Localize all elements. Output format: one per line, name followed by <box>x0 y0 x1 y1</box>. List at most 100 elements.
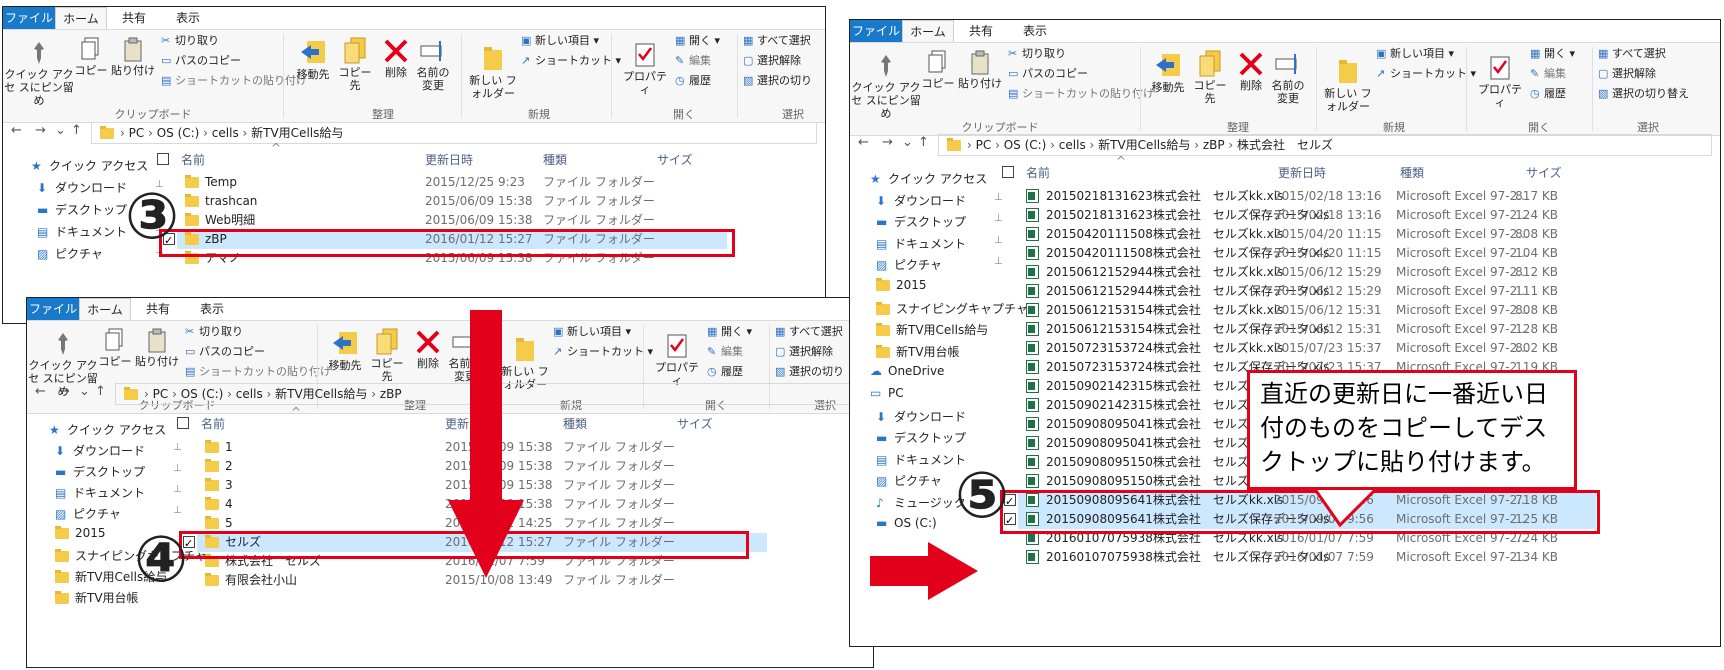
copy-button[interactable]: コピー <box>920 49 956 90</box>
copy-button[interactable]: コピー <box>97 327 133 368</box>
nav-item[interactable]: ▨ ピクチャ ⊥ <box>37 245 164 262</box>
paste-shortcut-button[interactable]: ▤ ショートカットの貼り付け <box>1008 87 1154 101</box>
forward-button[interactable]: → <box>882 135 893 150</box>
open-button[interactable]: ▦ 開く ▾ <box>675 34 720 48</box>
pin-quick-access-button[interactable]: クイック アクセ スにピン留め <box>850 53 922 120</box>
select-none-button[interactable]: ▢ 選択解除 <box>743 54 801 68</box>
rename-button[interactable]: 名前の 変更 <box>413 38 453 92</box>
paste-shortcut-button[interactable]: ▤ ショートカットの貼り付け <box>185 365 331 379</box>
breadcrumb-item[interactable]: OS (C:) <box>1004 138 1047 152</box>
nav-item[interactable]: ★ クイック アクセス <box>49 421 166 438</box>
recent-button[interactable]: ⌄ <box>55 123 66 138</box>
tab-share[interactable]: 共有 <box>954 20 1008 42</box>
paste-button[interactable]: 貼り付け <box>135 327 179 368</box>
recent-button[interactable]: ⌄ <box>902 135 913 150</box>
move-to-button[interactable]: 移動先 <box>325 329 365 372</box>
edit-button[interactable]: ✎ 編集 <box>675 54 711 68</box>
tab-file[interactable]: ファイル <box>27 298 79 320</box>
breadcrumb-item[interactable]: PC <box>153 387 169 401</box>
history-button[interactable]: ◷ 履歴 <box>675 74 711 88</box>
recent-button[interactable]: ⌄ <box>79 384 90 399</box>
nav-item[interactable]: ▬ デスクトップ ⊥ <box>876 213 1003 230</box>
select-all-button[interactable]: ▦ すべて選択 <box>775 325 843 339</box>
paste-button[interactable]: 貼り付け <box>111 36 155 77</box>
copy-path-button[interactable]: ▭ パスのコピー <box>1008 67 1088 81</box>
nav-item[interactable]: 新TV用Cells給与 <box>876 321 988 338</box>
open-button[interactable]: ▦ 開く ▾ <box>1530 47 1575 61</box>
shortcut-button[interactable]: ↗ ショートカット ▾ <box>553 345 653 359</box>
column-header-type[interactable]: 種類 <box>543 151 567 168</box>
breadcrumb-item[interactable]: 新TV用Cells給与 <box>275 387 367 401</box>
file-row[interactable]: 20150723153724株式会社 セルズkk.xls 2015/07/23 1… <box>1018 339 1596 358</box>
properties-button[interactable]: プロパティ <box>619 40 671 96</box>
delete-button[interactable]: 削除 <box>381 38 411 79</box>
delete-button[interactable]: 削除 <box>1236 51 1266 92</box>
nav-item[interactable]: ▤ ドキュメント ⊥ <box>37 223 164 240</box>
breadcrumb-item[interactable]: OS (C:) <box>157 126 200 140</box>
delete-button[interactable]: 削除 <box>413 329 443 370</box>
select-all-button[interactable]: ▦ すべて選択 <box>1598 47 1666 61</box>
copy-path-button[interactable]: ▭ パスのコピー <box>185 345 265 359</box>
nav-item[interactable]: ▬ デスクトップ ⊥ <box>37 201 164 218</box>
nav-item[interactable]: ⬇ ダウンロード ⊥ <box>876 192 1003 209</box>
file-row[interactable]: 20150612152944株式会社 セルズkk.xls 2015/06/12 1… <box>1018 263 1596 282</box>
file-row[interactable]: 20150218131623株式会社 セルズkk.xls 2015/02/18 1… <box>1018 187 1596 206</box>
copy-path-button[interactable]: ▭ パスのコピー <box>161 54 241 68</box>
nav-item[interactable]: ▤ ドキュメント ⊥ <box>55 484 182 501</box>
tab-view[interactable]: 表示 <box>185 298 239 320</box>
history-button[interactable]: ◷ 履歴 <box>1530 87 1566 101</box>
nav-item[interactable]: ⬇ ダウンロード <box>876 408 966 425</box>
up-button[interactable]: ↑ <box>918 135 929 150</box>
history-button[interactable]: ◷ 履歴 <box>707 365 743 379</box>
column-header-date[interactable]: 更新日時 <box>1278 164 1326 181</box>
back-button[interactable]: ← <box>858 135 869 150</box>
shortcut-button[interactable]: ↗ ショートカット ▾ <box>521 54 621 68</box>
select-none-button[interactable]: ▢ 選択解除 <box>775 345 833 359</box>
back-button[interactable]: ← <box>11 123 22 138</box>
select-all-checkbox[interactable] <box>157 153 169 165</box>
cut-button[interactable]: ✂ 切り取り <box>1008 47 1066 61</box>
nav-item[interactable]: 新TV用台帳 <box>55 589 139 606</box>
file-row[interactable]: 20150218131623株式会社 セルズ保存データ.xls 2015/02/1… <box>1018 206 1596 225</box>
shortcut-button[interactable]: ↗ ショートカット ▾ <box>1376 67 1476 81</box>
folder-row[interactable]: Web明細 2015/06/09 15:38 ファイル フォルダー <box>177 211 727 230</box>
nav-item[interactable]: ♪ ミュージック <box>876 494 966 511</box>
file-row[interactable]: 20160107075938株式会社 セルズ保存データ.xls 2016/01/0… <box>1018 548 1596 567</box>
breadcrumb-item[interactable]: PC <box>976 138 992 152</box>
edit-button[interactable]: ✎ 編集 <box>707 345 743 359</box>
paste-button[interactable]: 貼り付け <box>958 49 1002 90</box>
breadcrumb-item[interactable]: zBP <box>1203 138 1225 152</box>
move-to-button[interactable]: 移動先 <box>1148 51 1188 94</box>
select-none-button[interactable]: ▢ 選択解除 <box>1598 67 1656 81</box>
column-header-size[interactable]: サイズ <box>677 415 713 432</box>
column-header-type[interactable]: 種類 <box>1400 164 1424 181</box>
tab-share[interactable]: 共有 <box>107 7 161 29</box>
forward-button[interactable]: → <box>35 123 46 138</box>
up-button[interactable]: ↑ <box>95 384 106 399</box>
nav-item[interactable]: ⬇ ダウンロード ⊥ <box>55 442 182 459</box>
nav-item[interactable]: ▤ ドキュメント ⊥ <box>876 235 1003 252</box>
breadcrumb-item[interactable]: OS (C:) <box>181 387 224 401</box>
nav-item[interactable]: ▬ OS (C:) <box>876 516 937 530</box>
tab-file[interactable]: ファイル <box>850 20 902 42</box>
nav-item[interactable]: ⬇ ダウンロード ⊥ <box>37 179 164 196</box>
column-header-name[interactable]: 名前 <box>201 415 225 432</box>
pin-quick-access-button[interactable]: クイック アクセ スにピン留め <box>3 40 75 107</box>
folder-row[interactable]: trashcan 2015/06/09 15:38 ファイル フォルダー <box>177 192 727 211</box>
copy-button[interactable]: コピー <box>73 36 109 77</box>
properties-button[interactable]: プロパティ <box>1474 53 1526 109</box>
tab-home[interactable]: ホーム <box>55 7 107 29</box>
nav-item[interactable]: ☁ OneDrive <box>870 364 944 378</box>
new-folder-button[interactable]: 新しい フォルダー <box>1324 57 1372 113</box>
tab-view[interactable]: 表示 <box>1008 20 1062 42</box>
nav-item[interactable]: ▤ ドキュメント <box>876 451 966 468</box>
properties-button[interactable]: プロパティ <box>651 331 703 387</box>
copy-to-button[interactable]: コピー先 <box>367 327 407 383</box>
invert-selection-button[interactable]: ▧ 選択の切り <box>743 74 812 88</box>
nav-item[interactable]: 2015 <box>876 278 927 292</box>
nav-item[interactable]: ★ クイック アクセス <box>31 157 148 174</box>
edit-button[interactable]: ✎ 編集 <box>1530 67 1566 81</box>
tab-share[interactable]: 共有 <box>131 298 185 320</box>
new-folder-button[interactable]: 新しい フォルダー <box>469 44 517 100</box>
folder-row[interactable]: Temp 2015/12/25 9:23 ファイル フォルダー <box>177 173 727 192</box>
